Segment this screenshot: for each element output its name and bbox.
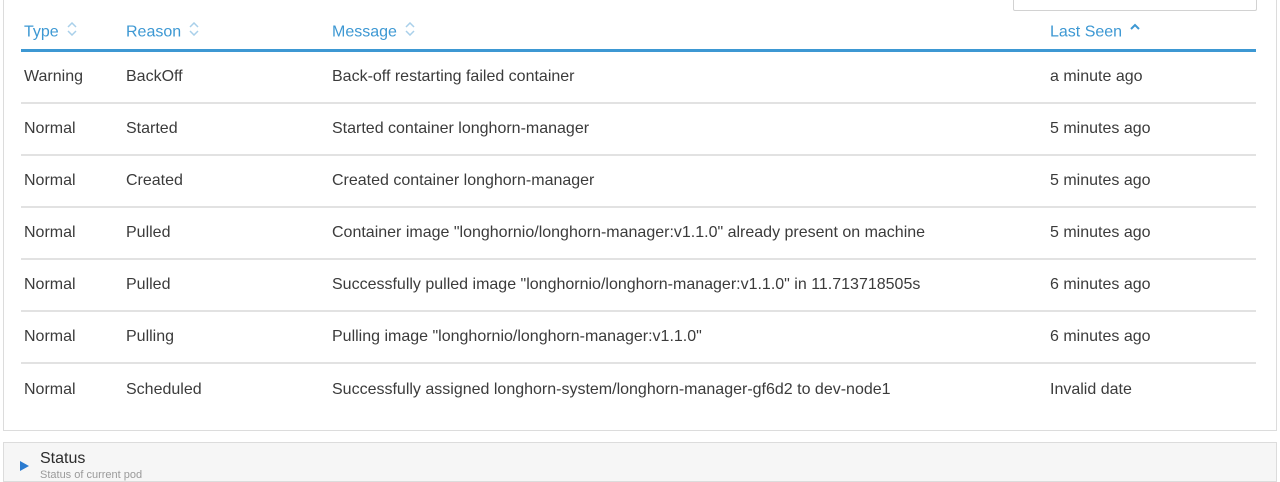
column-header-type[interactable]: Type xyxy=(21,16,123,52)
sort-up-icon xyxy=(1130,22,1140,41)
cell-message: Pulling image "longhornio/longhorn-manag… xyxy=(329,311,1047,364)
cell-message: Container image "longhornio/longhorn-man… xyxy=(329,207,1047,260)
cell-type: Normal xyxy=(21,311,123,364)
events-table: Type Reason Message Last Seen Warning Ba… xyxy=(21,16,1256,416)
cell-last-seen: 5 minutes ago xyxy=(1047,207,1256,260)
cell-reason: Scheduled xyxy=(126,381,202,398)
cell-reason: Pulled xyxy=(123,207,329,260)
table-row: Normal Pulled Container image "longhorni… xyxy=(21,207,1256,260)
column-header-label: Last Seen xyxy=(1050,23,1123,41)
cell-message: Created container longhorn-manager xyxy=(329,155,1047,208)
sort-both-icon xyxy=(189,21,199,41)
column-header-last-seen[interactable]: Last Seen xyxy=(1047,16,1256,52)
table-row: Warning BackOff Back-off restarting fail… xyxy=(21,50,1256,104)
table-row: Normal Started Started container longhor… xyxy=(21,103,1256,156)
cell-type: Normal xyxy=(24,381,76,398)
column-header-reason[interactable]: Reason xyxy=(123,16,329,52)
cell-reason: Pulled xyxy=(123,259,329,312)
cell-reason: Started xyxy=(123,103,329,156)
column-header-label: Reason xyxy=(126,23,182,41)
table-row: Normal Scheduled Successfully assigned l… xyxy=(21,363,1256,416)
search-input[interactable] xyxy=(1013,0,1257,11)
cell-reason: Pulling xyxy=(123,311,329,364)
cell-type: Normal xyxy=(21,259,123,312)
status-section-title: Status xyxy=(40,450,86,467)
sort-both-icon xyxy=(67,21,77,41)
table-header-row: Type Reason Message Last Seen xyxy=(21,16,1256,52)
cell-last-seen: 6 minutes ago xyxy=(1047,311,1256,364)
cell-reason: BackOff xyxy=(123,50,329,104)
triangle-right-icon[interactable] xyxy=(20,461,29,471)
sort-both-icon xyxy=(405,21,415,41)
status-section-subtitle: Status of current pod xyxy=(40,469,143,481)
table-row: Normal Created Created container longhor… xyxy=(21,155,1256,208)
cell-type: Normal xyxy=(21,103,123,156)
table-row: Normal Pulled Successfully pulled image … xyxy=(21,259,1256,312)
cell-last-seen: 5 minutes ago xyxy=(1047,103,1256,156)
cell-message: Successfully assigned longhorn-system/lo… xyxy=(332,381,891,398)
cell-last-seen: Invalid date xyxy=(1050,381,1132,398)
column-header-message[interactable]: Message xyxy=(329,16,1047,52)
cell-type: Normal xyxy=(21,207,123,260)
column-header-label: Message xyxy=(332,23,397,41)
cell-last-seen: a minute ago xyxy=(1047,50,1256,104)
status-section-header[interactable]: Status Status of current pod xyxy=(3,442,1277,482)
cell-message: Back-off restarting failed container xyxy=(329,50,1047,104)
table-row: Normal Pulling Pulling image "longhornio… xyxy=(21,311,1256,364)
cell-last-seen: 6 minutes ago xyxy=(1047,259,1256,312)
cell-message: Started container longhorn-manager xyxy=(329,103,1047,156)
cell-type: Normal xyxy=(21,155,123,208)
cell-type: Warning xyxy=(21,50,123,104)
cell-reason: Created xyxy=(123,155,329,208)
cell-message: Successfully pulled image "longhornio/lo… xyxy=(329,259,1047,312)
column-header-label: Type xyxy=(24,23,59,41)
cell-last-seen: 5 minutes ago xyxy=(1047,155,1256,208)
